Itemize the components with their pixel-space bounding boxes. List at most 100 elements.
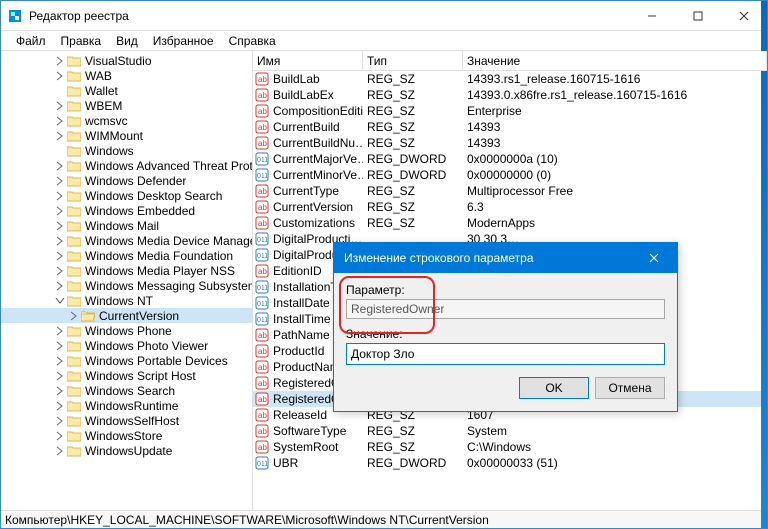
expand-icon[interactable] [55,281,65,291]
value-row[interactable]: 011UBRREG_DWORD0x00000033 (51) [253,455,767,471]
svg-text:ab: ab [258,443,267,452]
tree-node[interactable]: Windows Messaging Subsystem [1,278,252,293]
folder-icon [67,354,81,368]
folder-icon [67,414,81,428]
value-row[interactable]: abCurrentBuildNu…REG_SZ14393 [253,135,767,151]
expand-icon[interactable] [55,56,65,66]
expand-icon[interactable] [55,296,65,306]
app-icon [7,8,23,24]
tree-label: Windows Advanced Threat Prote [85,159,252,173]
expand-icon[interactable] [55,386,65,396]
minimize-button[interactable] [629,1,675,30]
value-input[interactable] [346,343,665,365]
ok-button[interactable]: OK [519,377,589,399]
value-name: ReleaseId [273,408,327,422]
menu-справка[interactable]: Справка [222,33,283,49]
tree-node[interactable]: CurrentVersion [1,308,252,323]
expand-icon[interactable] [55,446,65,456]
tree-node[interactable]: Windows [1,143,252,158]
tree-node[interactable]: Windows Search [1,383,252,398]
expand-icon[interactable] [55,161,65,171]
expand-icon[interactable] [55,371,65,381]
menu-правка[interactable]: Правка [54,33,109,49]
dialog-titlebar[interactable]: Изменение строкового параметра [334,243,677,273]
value-data: 14393 [463,120,767,134]
tree-node[interactable]: Windows NT [1,293,252,308]
value-row[interactable]: abBuildLabREG_SZ14393.rs1_release.160715… [253,71,767,87]
value-name: BuildLab [273,72,320,86]
tree-node[interactable]: Windows Script Host [1,368,252,383]
tree-node[interactable]: Windows Media Player NSS [1,263,252,278]
tree-node[interactable]: WindowsSelfHost [1,413,252,428]
tree-node[interactable]: WindowsUpdate [1,443,252,458]
tree-node[interactable]: Windows Media Foundation [1,248,252,263]
tree-label: WindowsUpdate [85,444,172,458]
tree-node[interactable]: wcmsvc [1,113,252,128]
value-row[interactable]: abCurrentVersionREG_SZ6.3 [253,199,767,215]
value-row[interactable]: 011CurrentMajorVe…REG_DWORD0x0000000a (1… [253,151,767,167]
tree-node[interactable]: Windows Embedded [1,203,252,218]
tree-node[interactable]: WIMMount [1,128,252,143]
maximize-button[interactable] [675,1,721,30]
expand-icon[interactable] [55,131,65,141]
value-row[interactable]: abCurrentTypeREG_SZMultiprocessor Free [253,183,767,199]
expand-icon[interactable] [55,341,65,351]
expand-icon[interactable] [55,206,65,216]
regedit-window: Редактор реестра ФайлПравкаВидИзбранноеС… [0,0,768,529]
value-row[interactable]: 011CurrentMinorVe…REG_DWORD0x00000000 (0… [253,167,767,183]
tree-node[interactable]: Windows Advanced Threat Prote [1,158,252,173]
expand-icon[interactable] [55,176,65,186]
tree-node[interactable]: Wallet [1,83,252,98]
expand-icon[interactable] [55,356,65,366]
col-type[interactable]: Тип [363,51,463,70]
expand-icon[interactable] [55,251,65,261]
expand-icon[interactable] [55,431,65,441]
svg-text:ab: ab [258,219,267,228]
cancel-button[interactable]: Отмена [595,377,665,399]
expand-icon[interactable] [55,266,65,276]
value-row[interactable]: abSoftwareTypeREG_SZSystem [253,423,767,439]
tree-node[interactable]: Windows Phone [1,323,252,338]
expand-icon[interactable] [55,221,65,231]
expand-icon[interactable] [55,401,65,411]
tree-node[interactable]: Windows Photo Viewer [1,338,252,353]
expand-icon[interactable] [55,326,65,336]
tree-node[interactable]: VisualStudio [1,53,252,68]
expand-icon[interactable] [55,416,65,426]
expand-icon[interactable] [55,71,65,81]
value-type: REG_SZ [363,88,463,102]
string-icon: ab [255,200,269,214]
tree-node[interactable]: Windows Defender [1,173,252,188]
menu-избранное[interactable]: Избранное [146,33,221,49]
expand-icon[interactable] [55,191,65,201]
value-row[interactable]: abCompositionEditi…REG_SZEnterprise [253,103,767,119]
expand-icon[interactable] [55,101,65,111]
menu-вид[interactable]: Вид [109,33,145,49]
value-name: PathName [273,328,330,342]
expand-icon[interactable] [55,236,65,246]
value-row[interactable]: abSystemRootREG_SZC:\Windows [253,439,767,455]
expand-icon[interactable] [55,146,65,156]
string-icon: ab [255,72,269,86]
col-value[interactable]: Значение [463,51,767,70]
svg-text:011: 011 [257,157,268,164]
tree-node[interactable]: Windows Portable Devices [1,353,252,368]
folder-icon [67,204,81,218]
tree-node[interactable]: Windows Media Device Manage [1,233,252,248]
expand-icon[interactable] [55,86,65,96]
tree-node[interactable]: Windows Mail [1,218,252,233]
dialog-close-button[interactable] [631,243,677,273]
tree-node[interactable]: WBEM [1,98,252,113]
expand-icon[interactable] [55,116,65,126]
tree-node[interactable]: Windows Desktop Search [1,188,252,203]
tree-node[interactable]: WAB [1,68,252,83]
tree-panel[interactable]: VisualStudioWABWalletWBEMwcmsvcWIMMountW… [1,51,253,510]
tree-node[interactable]: WindowsStore [1,428,252,443]
value-row[interactable]: abCustomizationsREG_SZModernApps [253,215,767,231]
value-row[interactable]: abCurrentBuildREG_SZ14393 [253,119,767,135]
menu-файл[interactable]: Файл [9,33,53,49]
col-name[interactable]: Имя [253,51,363,70]
value-row[interactable]: abBuildLabExREG_SZ14393.0.x86fre.rs1_rel… [253,87,767,103]
tree-node[interactable]: WindowsRuntime [1,398,252,413]
expand-icon[interactable] [69,311,79,321]
